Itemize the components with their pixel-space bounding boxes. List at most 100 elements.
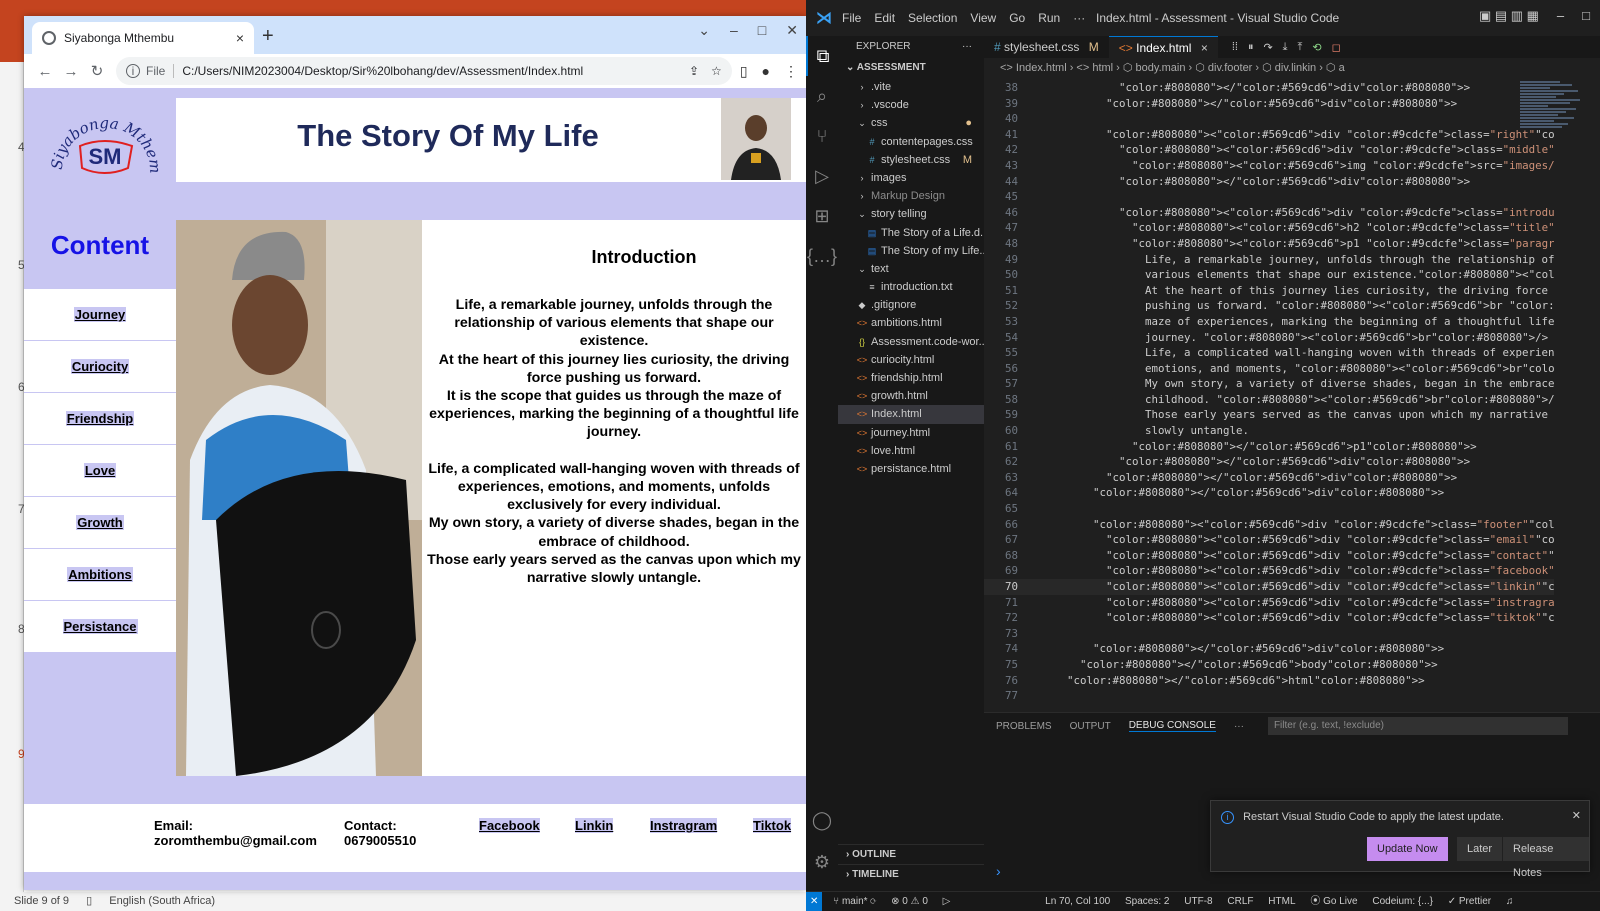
file-tree-item[interactable]: › .vscode [838,96,984,114]
indentation[interactable]: Spaces: 2 [1125,896,1169,907]
panel-tab-debug-console[interactable]: DEBUG CONSOLE [1128,720,1216,732]
code-line[interactable]: 48 "color:#808080"><"color:#569cd6">p1 "… [984,236,1554,252]
codeium-status[interactable]: Codeium: {...} [1372,896,1433,907]
file-tree-item[interactable]: <> friendship.html [838,369,984,387]
code-line[interactable]: 53 maze of experiences, marking the begi… [984,314,1554,330]
account-icon[interactable]: ◯ [806,800,838,840]
code-line[interactable]: 76 "color:#808080"></"color:#569cd6">htm… [984,673,1554,689]
nav-link-ambitions[interactable]: Ambitions [67,567,133,582]
nav-link-love[interactable]: Love [83,463,117,478]
file-tree-item[interactable]: {} Assessment.code-wor... [838,333,984,351]
nav-link-curiocity[interactable]: Curiocity [70,359,130,374]
code-line[interactable]: 38 "color:#808080"></"color:#569cd6">div… [984,80,1554,96]
code-line[interactable]: 39 "color:#808080"></"color:#569cd6">div… [984,96,1554,112]
site-info-icon[interactable]: i [126,64,140,78]
code-line[interactable]: 50 various elements that shape our exist… [984,267,1554,283]
panel-more-icon[interactable]: ··· [1234,721,1244,732]
encoding[interactable]: UTF-8 [1184,896,1212,907]
close-icon[interactable]: ✕ [1572,809,1581,822]
code-line[interactable]: 62 "color:#808080"></"color:#569cd6">div… [984,454,1554,470]
linkin-link[interactable]: Linkin [575,818,614,833]
code-line[interactable]: 55 Life, a complicated wall-hanging wove… [984,345,1554,361]
file-tree-item[interactable]: ◆ .gitignore [838,296,984,314]
notes-icon[interactable]: ▯ [86,895,92,907]
code-line[interactable]: 47 "color:#808080"><"color:#569cd6">h2 "… [984,220,1554,236]
code-editor[interactable]: 38 "color:#808080"></"color:#569cd6">div… [984,80,1554,706]
code-line[interactable]: 44 "color:#808080"></"color:#569cd6">div… [984,174,1554,190]
nav-link-growth[interactable]: Growth [76,515,124,530]
code-line[interactable]: 58 childhood. "color:#808080"><"color:#5… [984,392,1554,408]
menu-more[interactable]: ··· [1073,11,1085,25]
language-mode[interactable]: HTML [1268,896,1295,907]
reload-button[interactable]: ↻ [84,62,110,80]
new-tab-button[interactable]: + [262,25,274,48]
tiktok-link[interactable]: Tiktok [753,818,792,833]
run-debug-icon[interactable]: ▷ [806,156,838,196]
nav-link-persistance[interactable]: Persistance [62,619,138,634]
share-icon[interactable]: ⇪ [689,64,699,78]
bookmark-star-icon[interactable]: ☆ [711,64,722,78]
code-line[interactable]: 65 [984,501,1554,517]
problems-count[interactable]: ⊗ 0 ⚠ 0 [891,896,928,907]
code-line[interactable]: 46 "color:#808080"><"color:#569cd6">div … [984,205,1554,221]
update-now-button[interactable]: Update Now [1367,837,1448,861]
url-text[interactable]: C:/Users/NIM2023004/Desktop/Sir%20lbohan… [182,64,689,78]
code-line[interactable]: 72 "color:#808080"><"color:#569cd6">div … [984,610,1554,626]
code-line[interactable]: 56 emotions, and moments, "color:#808080… [984,361,1554,377]
menu-icon[interactable]: ⋮ [784,63,798,80]
code-line[interactable]: 77 [984,688,1554,704]
file-tree-item[interactable]: › images [838,169,984,187]
file-tree-item[interactable]: <> persistance.html [838,460,984,478]
pause-icon[interactable]: ⏸ [1248,41,1254,54]
profile-icon[interactable]: ● [762,63,770,80]
source-control-icon[interactable]: ⑂ [806,116,838,156]
extensions-icon[interactable]: ⊞ [806,196,838,236]
file-tree-item[interactable]: <> journey.html [838,424,984,442]
file-tree-item[interactable]: ⌄ css ● [838,114,984,132]
code-line[interactable]: 57 My own story, a variety of diverse sh… [984,376,1554,392]
file-tree-item[interactable]: ≡ introduction.txt [838,278,984,296]
layout-toggle-icons[interactable]: ▣ ▤ ▥ ▦ [1479,8,1539,24]
code-line[interactable]: 63 "color:#808080"></"color:#569cd6">div… [984,470,1554,486]
code-line[interactable]: 68 "color:#808080"><"color:#569cd6">div … [984,548,1554,564]
code-line[interactable]: 40 [984,111,1554,127]
address-bar[interactable]: i File C:/Users/NIM2023004/Desktop/Sir%2… [116,57,732,85]
tab-index-html[interactable]: <> Index.html × [1108,36,1218,58]
menu-run[interactable]: Run [1038,11,1060,25]
notifications-bell-icon[interactable]: ♫ [1506,896,1514,907]
code-line[interactable]: 41 "color:#808080"><"color:#569cd6">div … [984,127,1554,143]
code-line[interactable]: 59 Those early years served as the canva… [984,407,1554,423]
instragram-link[interactable]: Instragram [650,818,718,833]
code-line[interactable]: 51 At the heart of this journey lies cur… [984,283,1554,299]
code-line[interactable]: 69 "color:#808080"><"color:#569cd6">div … [984,563,1554,579]
code-line[interactable]: 70 "color:#808080"><"color:#569cd6">div … [984,579,1554,595]
minimize-button[interactable]: – [730,22,738,39]
menu-edit[interactable]: Edit [874,11,895,25]
browser-tab[interactable]: Siyabonga Mthembu × [32,22,254,54]
code-line[interactable]: 54 journey. "color:#808080"><"color:#569… [984,330,1554,346]
code-line[interactable]: 49 Life, a remarkable journey, unfolds t… [984,252,1554,268]
menu-file[interactable]: File [842,11,861,25]
file-tree-item[interactable]: # contentepages.css [838,133,984,151]
timeline-section[interactable]: › TIMELINE [838,864,984,884]
drag-handle-icon[interactable]: ⁞⁞ [1232,41,1238,54]
panel-tab-problems[interactable]: PROBLEMS [996,721,1052,732]
git-branch[interactable]: ⑂ main* ⟳ [833,896,876,907]
stop-icon[interactable]: ◻ [1332,41,1341,54]
tab-stylesheet-css[interactable]: # stylesheet.css M [984,36,1109,58]
tab-search-icon[interactable]: ⌄ [698,22,710,39]
settings-gear-icon[interactable]: ⚙ [806,842,838,882]
explorer-more-icon[interactable]: ··· [962,36,972,58]
code-line[interactable]: 60 slowly untangle. [984,423,1554,439]
file-tree-item[interactable]: ⌄ text [838,260,984,278]
code-line[interactable]: 74 "color:#808080"></"color:#569cd6">div… [984,641,1554,657]
language-indicator[interactable]: English (South Africa) [109,895,215,907]
restart-icon[interactable]: ⟲ [1312,41,1321,54]
panel-tab-output[interactable]: OUTPUT [1070,721,1111,732]
later-button[interactable]: Later [1457,837,1503,861]
file-tree-item[interactable]: ▤ The Story of my Life.... [838,242,984,260]
go-live-button[interactable]: ⦿ Go Live [1310,896,1357,907]
back-button[interactable]: ← [32,63,58,80]
file-tree-item[interactable]: › Markup Design [838,187,984,205]
search-icon[interactable]: ⌕ [806,76,838,116]
